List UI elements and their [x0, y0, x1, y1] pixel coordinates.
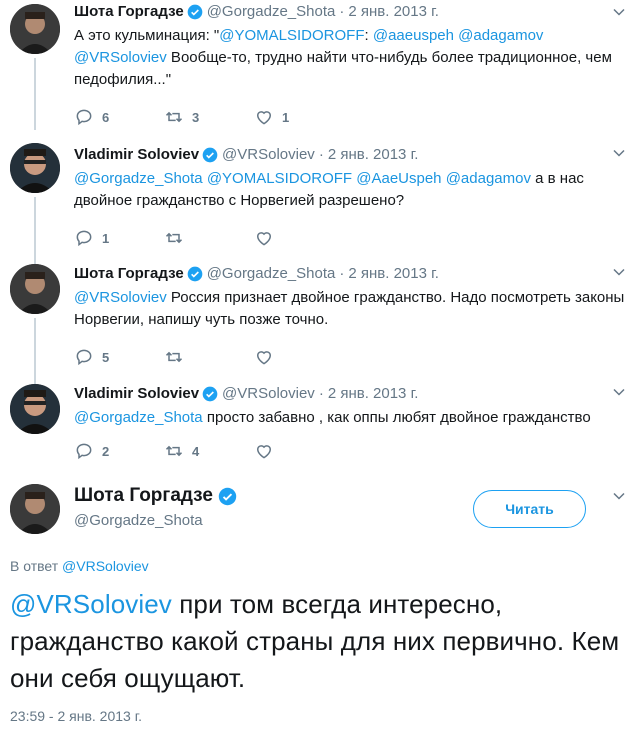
verified-badge-icon — [218, 487, 237, 505]
tweet-text: @Gorgadze_Shota @YOMALSIDOROFF @AaeUspeh… — [74, 168, 625, 212]
mention-link[interactable]: @Gorgadze_Shota — [74, 409, 203, 426]
author-handle[interactable]: @VRSoloviev — [222, 145, 315, 165]
reply-button[interactable]: 1 — [74, 228, 164, 248]
retweet-icon — [165, 111, 183, 123]
thread-line — [34, 58, 36, 130]
reply-icon — [76, 230, 92, 247]
chevron-down-icon[interactable] — [613, 386, 625, 398]
chevron-down-icon[interactable] — [613, 266, 625, 278]
tweet-text: @VRSoloviev Россия признает двойное граж… — [74, 287, 625, 331]
retweet-button[interactable] — [164, 347, 254, 367]
chevron-down-icon[interactable] — [613, 490, 625, 502]
mention-link[interactable]: @VRSoloviev — [74, 49, 167, 66]
tweet-date[interactable]: 2 янв. 2013 г. — [328, 145, 419, 165]
retweet-icon — [165, 232, 183, 244]
mention-link[interactable]: @VRSoloviev — [10, 589, 172, 619]
reply-to-link[interactable]: @VRSoloviev — [62, 558, 149, 574]
author-name[interactable]: Шота Горгадзе — [74, 2, 184, 22]
retweet-button[interactable]: 4 — [164, 441, 254, 461]
tweet-2[interactable]: Vladimir Soloviev @VRSoloviev · 2 янв. 2… — [0, 141, 639, 267]
tweet-date[interactable]: 2 янв. 2013 г. — [328, 384, 419, 404]
mention-link[interactable]: @adagamov — [458, 27, 543, 44]
mention-link[interactable]: @YOMALSIDOROFF — [207, 170, 352, 187]
author-name[interactable]: Vladimir Soloviev — [74, 145, 199, 165]
reply-count: 5 — [102, 349, 110, 365]
mention-link[interactable]: @Gorgadze_Shota — [74, 170, 203, 187]
thread-line — [34, 318, 36, 384]
reply-button[interactable]: 2 — [74, 441, 164, 461]
author-handle[interactable]: @VRSoloviev — [222, 384, 315, 404]
author-name[interactable]: Шота Горгадзе — [74, 264, 184, 284]
mention-link[interactable]: @adagamov — [446, 170, 531, 187]
mention-link[interactable]: @AaeUspeh — [356, 170, 441, 187]
avatar[interactable] — [10, 4, 60, 54]
avatar[interactable] — [10, 143, 60, 193]
chevron-down-icon[interactable] — [613, 6, 625, 18]
like-button[interactable] — [254, 228, 344, 248]
reply-count: 2 — [102, 443, 110, 459]
avatar[interactable] — [10, 484, 60, 534]
reply-button[interactable]: 6 — [74, 107, 164, 127]
reply-icon — [76, 349, 92, 366]
tweet-timestamp[interactable]: 23:59 - 2 янв. 2013 г. — [10, 708, 142, 724]
avatar[interactable] — [10, 264, 60, 314]
like-button[interactable] — [254, 347, 344, 367]
reply-button[interactable]: 5 — [74, 347, 164, 367]
tweet-text-run: А это кульминация: " — [74, 27, 220, 44]
heart-icon — [256, 111, 272, 125]
heart-icon — [256, 232, 272, 246]
author-name[interactable]: Vladimir Soloviev — [74, 384, 199, 404]
verified-badge-icon — [187, 4, 203, 20]
tweet-text: А это кульминация: "@YOMALSIDOROFF: @aae… — [74, 25, 625, 91]
author-handle[interactable]: @Gorgadze_Shota — [207, 2, 336, 22]
tweet-text: @Gorgadze_Shota просто забавно , как опп… — [74, 407, 625, 429]
mention-link[interactable]: @aaeuspeh — [373, 27, 454, 44]
author-name[interactable]: Шота Горгадзе — [74, 484, 213, 508]
retweet-button[interactable] — [164, 228, 254, 248]
retweet-icon — [165, 445, 183, 457]
avatar[interactable] — [10, 384, 60, 434]
tweet-4[interactable]: Vladimir Soloviev @VRSoloviev · 2 янв. 2… — [0, 380, 639, 476]
chevron-down-icon[interactable] — [613, 147, 625, 159]
verified-badge-icon — [202, 147, 218, 163]
reply-count: 6 — [102, 109, 110, 125]
mention-link[interactable]: @YOMALSIDOROFF — [219, 27, 364, 44]
heart-icon — [256, 351, 272, 365]
retweet-button[interactable]: 3 — [164, 107, 254, 127]
reply-icon — [76, 109, 92, 126]
author-handle[interactable]: @Gorgadze_Shota — [74, 512, 241, 529]
like-button[interactable] — [254, 441, 344, 461]
follow-button[interactable]: Читать — [473, 490, 586, 528]
retweet-count: 4 — [192, 443, 200, 459]
tweet-text-run: просто забавно , как оппы любят двойное … — [202, 409, 591, 426]
tweet-date[interactable]: 2 янв. 2013 г. — [348, 264, 439, 284]
tweet-text-run: : — [364, 27, 373, 44]
verified-badge-icon — [202, 386, 218, 402]
reply-count: 1 — [102, 230, 110, 246]
tweet-3[interactable]: Шота Горгадзе @Gorgadze_Shota · 2 янв. 2… — [0, 260, 639, 384]
heart-icon — [256, 445, 272, 459]
author-handle[interactable]: @Gorgadze_Shota — [207, 264, 336, 284]
mention-link[interactable]: @VRSoloviev — [74, 289, 167, 306]
tweet-text: @VRSoloviev при том всегда интересно, гр… — [10, 589, 620, 693]
reply-context: В ответ @VRSoloviev — [10, 558, 149, 574]
retweet-count: 3 — [192, 109, 200, 125]
thread-line — [34, 197, 36, 267]
reply-icon — [76, 443, 92, 460]
tweet-1[interactable]: Шота Горгадзе @Gorgadze_Shota · 2 янв. 2… — [0, 0, 639, 130]
like-count: 1 — [282, 109, 290, 125]
verified-badge-icon — [187, 266, 203, 282]
retweet-icon — [165, 351, 183, 363]
like-button[interactable]: 1 — [254, 107, 344, 127]
tweet-date[interactable]: 2 янв. 2013 г. — [348, 2, 439, 22]
